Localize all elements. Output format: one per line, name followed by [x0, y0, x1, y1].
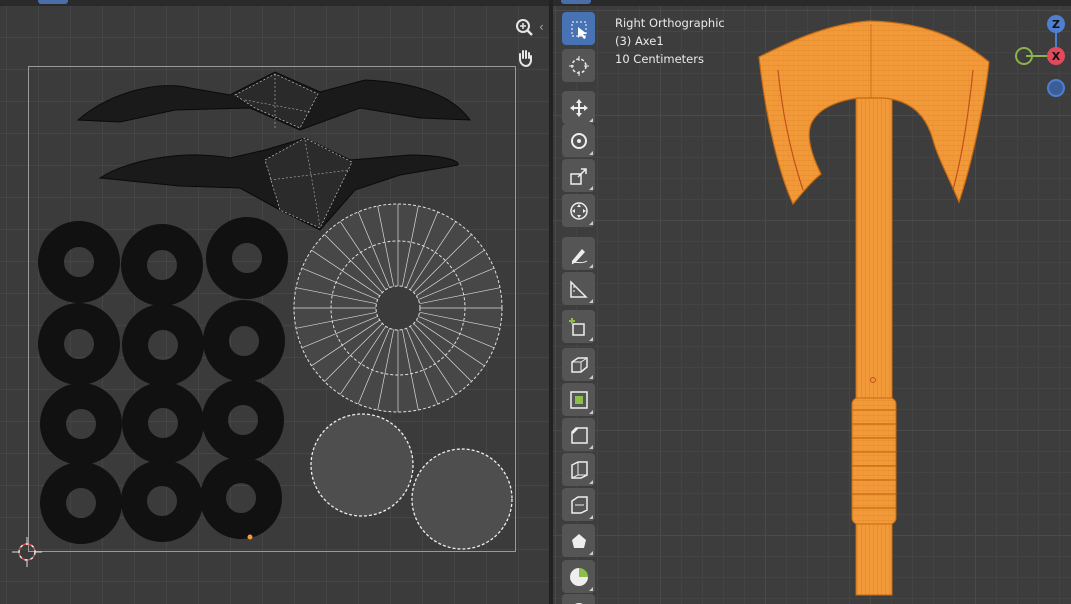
- select-box-tool[interactable]: [562, 12, 595, 45]
- uv-ring-grid[interactable]: [38, 217, 288, 544]
- uv-islands[interactable]: [0, 0, 549, 604]
- measure-tool[interactable]: [562, 272, 595, 305]
- gizmo-x-axis[interactable]: X: [1047, 47, 1065, 65]
- rotate-tool[interactable]: [562, 124, 595, 157]
- loop-cut-tool[interactable]: [562, 453, 595, 486]
- tool-variants-corner: [589, 337, 593, 341]
- tool-variants-corner: [589, 587, 593, 591]
- grid-scale-label: 10 Centimeters: [615, 52, 704, 66]
- collapse-arrow-icon[interactable]: ‹: [539, 20, 544, 34]
- scale-tool[interactable]: [562, 159, 595, 192]
- uv-2d-cursor-icon[interactable]: [12, 537, 42, 567]
- view-name: Right Orthographic: [615, 16, 725, 30]
- extrude-tool[interactable]: [562, 348, 595, 381]
- tool-variants-corner: [589, 221, 593, 225]
- bevel-icon: [570, 426, 588, 444]
- scale-icon: [569, 167, 587, 185]
- transform-icon: [569, 201, 588, 220]
- uv-ring[interactable]: [121, 460, 203, 542]
- uv-editor[interactable]: ‹: [0, 0, 549, 604]
- poly-build-icon: [571, 533, 586, 548]
- object-label: (3) Axe1: [615, 34, 664, 48]
- cursor-icon: [568, 55, 589, 76]
- tool-variants-corner: [589, 186, 593, 190]
- viewport-info: Right Orthographic (3) Axe1 10 Centimete…: [615, 14, 725, 68]
- knife-tool[interactable]: [562, 488, 595, 521]
- tool-variants-corner: [589, 515, 593, 519]
- uv-ring[interactable]: [38, 303, 120, 385]
- annotate-tool[interactable]: [562, 237, 595, 270]
- rotate-icon: [570, 132, 587, 149]
- uv-ring[interactable]: [121, 224, 203, 306]
- uv-ring[interactable]: [206, 217, 288, 299]
- uv-island-disk[interactable]: [293, 203, 503, 413]
- uv-ring[interactable]: [202, 379, 284, 461]
- tool-variants-corner: [589, 375, 593, 379]
- bevel-tool[interactable]: [562, 418, 595, 451]
- 3d-viewport[interactable]: Right Orthographic (3) Axe1 10 Centimete…: [553, 0, 1071, 604]
- tool-variants-corner: [589, 299, 593, 303]
- zoom-icon-glyph: [516, 19, 533, 36]
- tool-variants-corner: [589, 445, 593, 449]
- uv-island-blade-top[interactable]: [76, 71, 472, 131]
- tool-variants-corner: [589, 551, 593, 555]
- hand-pan-icon[interactable]: [511, 44, 539, 72]
- smooth-tool[interactable]: [562, 594, 595, 604]
- tool-variants-corner: [589, 151, 593, 155]
- zoom-icon[interactable]: [511, 14, 539, 42]
- poly-build-tool[interactable]: [562, 524, 595, 557]
- uv-ring[interactable]: [40, 462, 122, 544]
- inset-tool[interactable]: [562, 383, 595, 416]
- uv-ring[interactable]: [40, 383, 122, 465]
- move-icon: [569, 98, 588, 117]
- move-tool[interactable]: [562, 91, 595, 124]
- smooth-icon: [573, 602, 584, 604]
- uv-island-cap-a[interactable]: [310, 413, 414, 517]
- annotate-icon: [571, 248, 587, 264]
- spin-tool[interactable]: [562, 560, 595, 593]
- cursor-tool[interactable]: [562, 49, 595, 82]
- select-box-icon: [571, 21, 587, 39]
- gizmo-z-axis[interactable]: Z: [1047, 15, 1065, 33]
- tool-variants-corner: [589, 118, 593, 122]
- add-cube-tool[interactable]: [562, 310, 595, 343]
- gizmo-neg-y-axis[interactable]: [1015, 47, 1033, 65]
- measure-icon: [569, 279, 588, 298]
- add-cube-icon: [568, 317, 585, 336]
- uv-ring[interactable]: [203, 300, 285, 382]
- tool-variants-corner: [589, 410, 593, 414]
- axe-grip[interactable]: [851, 397, 897, 525]
- extrude-icon: [570, 356, 588, 373]
- gizmo-neg-z-axis[interactable]: [1047, 79, 1065, 97]
- uv-ring[interactable]: [38, 221, 120, 303]
- tool-variants-corner: [589, 264, 593, 268]
- uv-ring[interactable]: [122, 382, 204, 464]
- inset-icon: [569, 390, 588, 409]
- uv-selected-vertex[interactable]: [247, 534, 253, 540]
- uv-ring[interactable]: [122, 304, 204, 386]
- loop-cut-icon: [570, 460, 588, 479]
- uv-island-cap-b[interactable]: [411, 448, 513, 550]
- uv-ring[interactable]: [200, 457, 282, 539]
- transform-tool[interactable]: [562, 194, 595, 227]
- axe-mesh[interactable]: [553, 0, 1071, 604]
- tool-variants-corner: [589, 480, 593, 484]
- knife-icon: [570, 495, 588, 514]
- hand-pan-icon-glyph: [519, 50, 532, 68]
- spin-icon: [569, 567, 588, 586]
